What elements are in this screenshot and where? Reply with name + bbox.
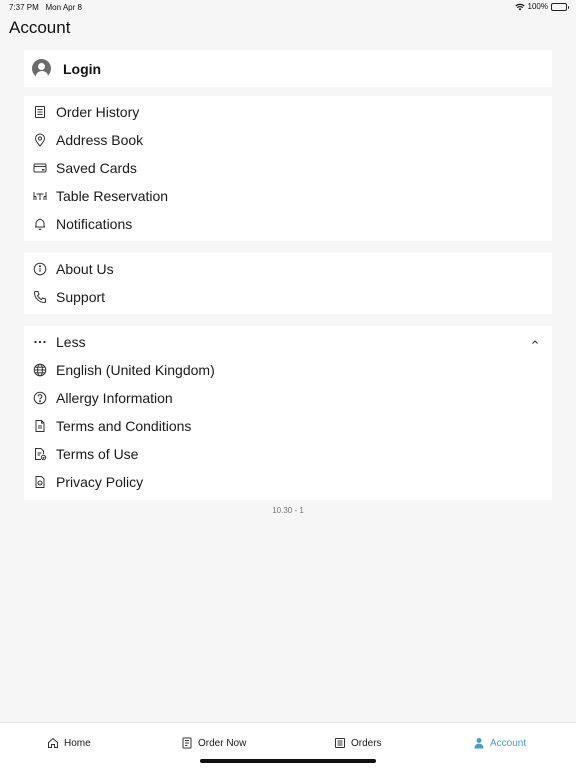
account-menu-group: Order History Address Book Saved Cards T… [24,96,552,241]
credit-card-icon [33,161,47,175]
info-menu-group: About Us Support [24,253,552,314]
orders-list-icon [335,738,345,748]
tab-label: Orders [351,737,382,749]
account-icon [474,738,484,749]
login-row[interactable]: Login [24,50,552,87]
menu-item-address-book[interactable]: Address Book [24,126,552,154]
tab-label: Order Now [198,737,247,749]
menu-item-label: Terms and Conditions [56,418,192,434]
menu-item-less[interactable]: Less [24,328,552,356]
menu-item-order-history[interactable]: Order History [24,98,552,126]
help-circle-icon [33,391,47,405]
app-version: 10.30 - 1 [272,506,304,515]
info-icon [33,262,47,276]
menu-item-saved-cards[interactable]: Saved Cards [24,154,552,182]
page-title: Account [9,18,71,37]
wifi-icon [514,3,525,10]
tab-label: Home [64,737,91,749]
tab-home[interactable]: Home [47,737,91,749]
menu-item-label: Allergy Information [56,390,173,406]
menu-item-label: Saved Cards [56,160,137,176]
more-dots-icon [33,335,47,349]
menu-item-label: Order History [56,104,140,120]
chevron-up-icon[interactable] [530,337,540,347]
menu-item-label: Terms of Use [56,446,139,462]
phone-icon [33,290,47,304]
location-pin-icon [33,133,47,147]
menu-item-label: Privacy Policy [56,474,144,490]
tab-account[interactable]: Account [473,737,526,749]
tab-label: Account [490,737,527,749]
home-icon [48,737,58,748]
privacy-icon [33,475,47,489]
menu-item-allergy-information[interactable]: Allergy Information [24,384,552,412]
battery-percent: 100% [527,2,548,11]
document-check-icon [33,447,47,461]
menu-item-about-us[interactable]: About Us [24,255,552,283]
bell-icon [33,217,47,231]
document-icon [33,419,47,433]
status-clock: 7:37 PM [9,3,39,12]
menu-item-terms-of-use[interactable]: Terms of Use [24,440,552,468]
status-date: Mon Apr 8 [45,3,82,12]
tab-order-now[interactable]: Order Now [181,737,246,749]
globe-icon [33,363,47,377]
menu-item-label: English (United Kingdom) [56,362,215,378]
menu-item-privacy-policy[interactable]: Privacy Policy [24,468,552,496]
home-indicator [200,759,376,763]
menu-item-label: Less [56,334,86,350]
tab-orders[interactable]: Orders [334,737,382,749]
receipt-icon [33,105,47,119]
login-label: Login [63,60,102,77]
login-card[interactable]: Login [24,50,552,87]
menu-item-notifications[interactable]: Notifications [24,210,552,238]
menu-item-support[interactable]: Support [24,283,552,311]
battery-icon [551,2,569,11]
status-time: 7:37 PM Mon Apr 8 [9,3,82,12]
menu-item-terms-and-conditions[interactable]: Terms and Conditions [24,412,552,440]
table-chairs-icon [33,189,47,203]
menu-item-language[interactable]: English (United Kingdom) [24,356,552,384]
menu-item-label: Table Reservation [56,188,169,204]
more-menu-group: Less English (United Kingdom) Allergy In… [24,326,552,500]
user-avatar-icon [32,59,51,78]
menu-item-table-reservation[interactable]: Table Reservation [24,182,552,210]
menu-item-label: Address Book [56,132,144,148]
menu-item-label: About Us [56,261,114,277]
menu-item-label: Notifications [56,216,133,232]
status-right: 100% [514,2,569,11]
status-bar: 7:37 PM Mon Apr 8 100% [0,0,576,14]
menu-item-label: Support [56,289,106,305]
order-menu-icon [182,737,192,749]
